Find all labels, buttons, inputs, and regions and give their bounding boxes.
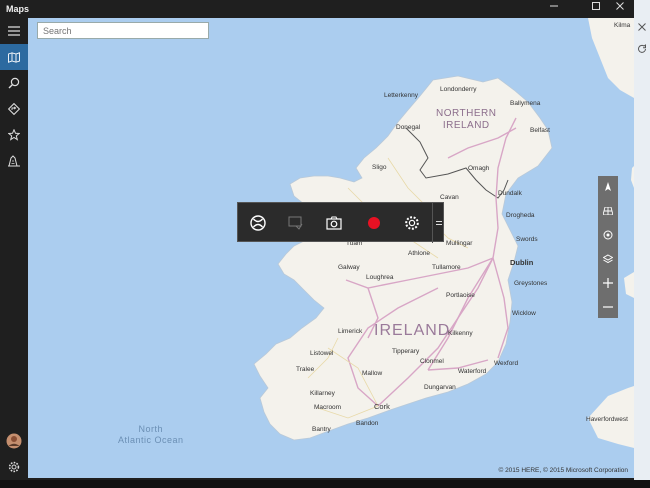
map-label-city: Kilma xyxy=(614,22,631,29)
screenshot-disabled-icon xyxy=(288,216,303,230)
screenshot-button[interactable] xyxy=(324,213,344,233)
tilt-icon xyxy=(603,207,613,215)
map-icon xyxy=(8,51,20,63)
maximize-button[interactable] xyxy=(584,0,608,18)
window-title: Maps xyxy=(6,4,30,14)
gamebar-drag-handle[interactable] xyxy=(432,203,445,243)
map-label-city: Drogheda xyxy=(506,212,535,219)
plus-icon xyxy=(603,278,613,288)
sidebar-item-favorites[interactable] xyxy=(0,122,28,148)
map-label-city: Listowel xyxy=(310,350,334,357)
location-icon xyxy=(603,230,613,240)
zoom-out-button[interactable] xyxy=(598,296,618,318)
map-label-city: Greystones xyxy=(514,280,548,287)
map-label-city: Loughrea xyxy=(366,274,394,281)
sidebar-item-map[interactable] xyxy=(0,44,28,70)
sidebar-item-search[interactable] xyxy=(0,70,28,96)
camera-icon xyxy=(326,216,342,230)
sidebar-item-directions[interactable] xyxy=(0,96,28,122)
star-icon xyxy=(8,129,20,141)
map-label-city: Omagh xyxy=(468,165,490,172)
map-label-city: Tralee xyxy=(296,366,315,373)
map-label-city: Portlaoise xyxy=(446,292,475,299)
map-label-city: Killarney xyxy=(310,390,335,397)
gear-icon xyxy=(8,461,20,473)
zoom-in-button[interactable] xyxy=(598,272,618,294)
map-label-city: Tullamore xyxy=(432,264,461,271)
map-label-city: Sligo xyxy=(372,164,387,171)
my-location-button[interactable] xyxy=(598,224,618,246)
map-layers-button[interactable] xyxy=(598,248,618,270)
map-label-city: Londonderry xyxy=(440,86,477,93)
maps-window: Maps Search NORTHERN IRELAND IRELAND Nor… xyxy=(0,0,634,480)
record-icon xyxy=(368,217,380,229)
map-label-city: Haverfordwest xyxy=(586,416,628,423)
map-label-city: Belfast xyxy=(530,127,550,134)
search-icon xyxy=(8,77,20,89)
map-label-city: Galway xyxy=(338,264,360,271)
xbox-icon xyxy=(250,215,266,231)
gear-icon xyxy=(405,216,419,230)
sidebar xyxy=(0,18,28,480)
city-icon xyxy=(8,155,20,167)
close-icon xyxy=(638,23,646,31)
map-label-city: Dungarvan xyxy=(424,384,456,391)
map-label-city: Cork xyxy=(374,402,390,411)
sidebar-item-3d-cities[interactable] xyxy=(0,148,28,174)
directions-icon xyxy=(8,103,20,115)
maximize-icon xyxy=(592,2,600,10)
map-label-city: Dublin xyxy=(510,258,534,267)
map-canvas[interactable]: NORTHERN IRELAND IRELAND North Atlantic … xyxy=(28,18,634,478)
map-label-country: IRELAND xyxy=(374,322,451,339)
game-bar xyxy=(237,202,445,243)
sidebar-item-settings[interactable] xyxy=(0,454,28,480)
gamebar-settings-button[interactable] xyxy=(402,213,422,233)
map-label-city: Mallow xyxy=(362,370,383,377)
minimize-button[interactable] xyxy=(542,0,566,18)
map-label-city: Wexford xyxy=(494,360,519,367)
sidebar-item-account[interactable] xyxy=(0,428,28,454)
map-label-city: Wicklow xyxy=(512,310,536,317)
map-label-city: Letterkenny xyxy=(384,92,418,99)
map-label-ocean: North Atlantic Ocean xyxy=(118,424,184,445)
background-window-strip xyxy=(634,0,650,488)
avatar-icon xyxy=(6,433,22,449)
map-label-city: Bandon xyxy=(356,420,379,427)
map-label-city: Athlone xyxy=(408,250,431,257)
search-input[interactable] xyxy=(37,22,209,39)
minus-icon xyxy=(603,306,613,308)
map-label-city: Tipperary xyxy=(392,348,420,355)
map-label-city: Cavan xyxy=(440,194,459,201)
map-label-city: Ballymena xyxy=(510,100,541,107)
map-label-city: Mullingar xyxy=(446,240,473,247)
hamburger-icon xyxy=(8,26,20,36)
map-label-city: Clonmel xyxy=(420,358,444,365)
refresh-icon xyxy=(638,44,646,53)
close-icon xyxy=(616,2,624,10)
map-label-city: Waterford xyxy=(458,368,487,375)
compass-button[interactable] xyxy=(598,176,618,198)
taskbar-edge xyxy=(0,480,650,488)
map-label-city: Kilkenny xyxy=(448,330,473,337)
minimize-icon xyxy=(550,5,558,7)
map-label-city: Macroom xyxy=(314,404,342,411)
close-button[interactable] xyxy=(608,0,632,18)
map-label-city: Swords xyxy=(516,236,538,243)
compass-icon xyxy=(605,182,611,191)
map-label-city: Bantry xyxy=(312,426,331,433)
xbox-button[interactable] xyxy=(248,213,268,233)
map-copyright: © 2015 HERE, © 2015 Microsoft Corporatio… xyxy=(498,467,628,474)
map-controls xyxy=(598,176,618,318)
map-label-city: Limerick xyxy=(338,328,363,335)
map-label-city: Donegal xyxy=(396,124,421,131)
sidebar-item-menu[interactable] xyxy=(0,18,28,44)
map-label-region: NORTHERN IRELAND xyxy=(436,108,497,131)
record-that-button[interactable] xyxy=(286,213,306,233)
title-bar[interactable]: Maps xyxy=(0,0,634,18)
grip-icon xyxy=(436,221,442,225)
map-label-city: Dundalk xyxy=(498,190,522,197)
tilt-button[interactable] xyxy=(598,200,618,222)
record-button[interactable] xyxy=(364,213,384,233)
layers-icon xyxy=(603,254,613,264)
